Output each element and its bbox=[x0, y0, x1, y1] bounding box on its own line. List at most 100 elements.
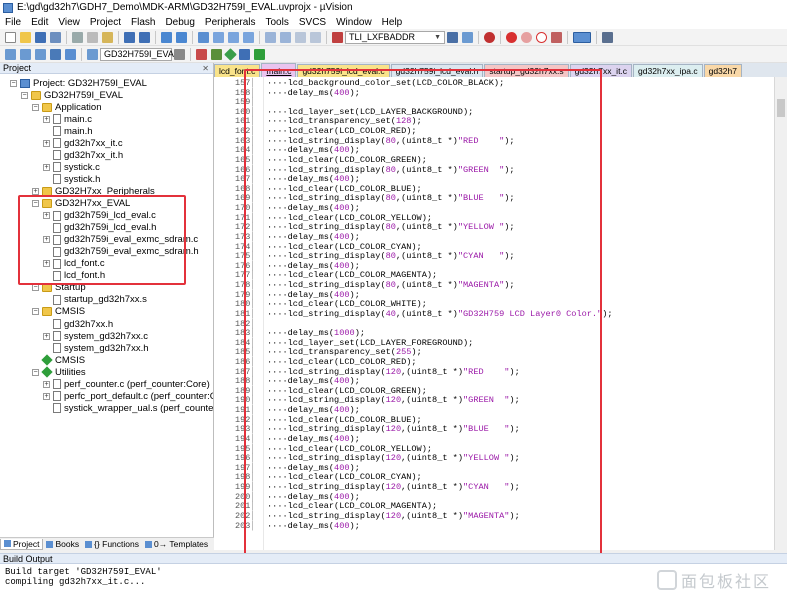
separator bbox=[66, 30, 67, 44]
stop-build-icon[interactable] bbox=[65, 48, 76, 60]
incremental-find-icon[interactable] bbox=[462, 31, 473, 43]
panel-tab-1[interactable]: Books bbox=[43, 539, 82, 549]
expand-icon[interactable]: + bbox=[43, 139, 50, 147]
editor-tab[interactable]: gd32h7xx_ipa.c bbox=[633, 64, 703, 77]
next-bookmark-icon[interactable] bbox=[228, 31, 239, 43]
find-combo[interactable]: TLI_LXFBADDR ▼ bbox=[345, 30, 445, 44]
navigate-back-icon[interactable] bbox=[161, 31, 172, 43]
expand-icon[interactable]: + bbox=[43, 115, 50, 123]
tree-node-label: systick.h bbox=[64, 173, 101, 185]
navigate-forward-icon[interactable] bbox=[176, 31, 187, 43]
panel-tab-2[interactable]: {} Functions bbox=[82, 539, 142, 549]
open-folder-icon[interactable] bbox=[20, 31, 31, 43]
copy-icon[interactable] bbox=[87, 31, 98, 43]
tree-node[interactable]: CMSIS bbox=[32, 354, 85, 366]
clear-bookmarks-icon[interactable] bbox=[243, 31, 254, 43]
bookmark-icon[interactable] bbox=[198, 31, 209, 43]
collapse-icon[interactable]: − bbox=[32, 284, 39, 292]
new-file-icon[interactable] bbox=[5, 31, 16, 43]
menu-item-view[interactable]: View bbox=[53, 17, 85, 28]
tree-node[interactable]: gd32h7xx_it.h bbox=[43, 149, 123, 161]
panel-tab-0[interactable]: Project bbox=[0, 538, 44, 550]
panel-tab-3[interactable]: 0→ Templates bbox=[142, 539, 211, 549]
debug-session-icon[interactable] bbox=[484, 31, 495, 43]
tree-node[interactable]: + systick.c bbox=[43, 161, 100, 173]
indent-icon[interactable] bbox=[265, 31, 276, 43]
select-software-packs-icon[interactable] bbox=[239, 48, 250, 60]
menu-item-edit[interactable]: Edit bbox=[26, 17, 53, 28]
undo-icon[interactable] bbox=[124, 31, 135, 43]
kill-breakpoints-icon[interactable] bbox=[551, 31, 562, 43]
menu-item-svcs[interactable]: SVCS bbox=[294, 17, 331, 28]
save-icon[interactable] bbox=[35, 31, 46, 43]
collapse-icon[interactable]: − bbox=[32, 308, 39, 316]
collapse-icon[interactable]: − bbox=[32, 103, 39, 111]
collapse-icon[interactable]: − bbox=[10, 79, 17, 87]
tree-node[interactable]: main.h bbox=[43, 125, 93, 137]
build-icon[interactable] bbox=[20, 48, 31, 60]
menu-item-file[interactable]: File bbox=[0, 17, 26, 28]
tree-node[interactable]: + system_gd32h7xx.c bbox=[43, 330, 148, 342]
clear-breakpoints-icon[interactable] bbox=[536, 31, 547, 43]
paste-icon[interactable] bbox=[102, 31, 113, 43]
editor-tab[interactable]: gd32h7 bbox=[703, 64, 742, 77]
window-layout-icon[interactable] bbox=[573, 31, 591, 43]
comment-icon[interactable] bbox=[295, 31, 306, 43]
download-icon[interactable] bbox=[87, 48, 98, 60]
tree-node[interactable]: systick_wrapper_ual.s (perf_counter:Core… bbox=[43, 402, 213, 414]
cut-icon[interactable] bbox=[72, 31, 83, 43]
expand-icon[interactable]: + bbox=[43, 163, 50, 171]
tree-node[interactable]: + perfc_port_default.c (perf_counter:Core… bbox=[43, 390, 213, 402]
pack-installer-icon[interactable] bbox=[224, 47, 237, 61]
tree-node[interactable]: + perf_counter.c (perf_counter:Core) bbox=[43, 378, 210, 390]
uncomment-icon[interactable] bbox=[310, 31, 321, 43]
expand-icon[interactable]: + bbox=[32, 187, 39, 195]
unindent-icon[interactable] bbox=[280, 31, 291, 43]
menu-item-help[interactable]: Help bbox=[377, 17, 408, 28]
disable-breakpoint-icon[interactable] bbox=[521, 31, 532, 43]
manage-run-time-environment-icon[interactable] bbox=[211, 48, 222, 60]
target-combo[interactable]: GD32H759I_EVAL▼ bbox=[100, 47, 186, 61]
collapse-icon[interactable]: − bbox=[21, 91, 28, 99]
save-all-icon[interactable] bbox=[50, 31, 61, 43]
tree-node[interactable]: startup_gd32h7xx.s bbox=[43, 294, 147, 306]
prev-bookmark-icon[interactable] bbox=[213, 31, 224, 43]
translate-icon[interactable] bbox=[5, 48, 16, 60]
vertical-scrollbar[interactable] bbox=[774, 77, 787, 550]
expand-icon[interactable]: + bbox=[43, 332, 50, 340]
tree-node[interactable]: − Utilities bbox=[32, 366, 86, 378]
tree-node[interactable]: gd32h7xx.h bbox=[43, 318, 113, 330]
tree-node[interactable]: − CMSIS bbox=[32, 306, 85, 318]
menu-item-project[interactable]: Project bbox=[85, 17, 126, 28]
component-icon[interactable] bbox=[254, 48, 265, 60]
redo-icon[interactable] bbox=[139, 31, 150, 43]
tree-node-label: system_gd32h7xx.h bbox=[64, 342, 149, 354]
tree-node[interactable]: system_gd32h7xx.h bbox=[43, 342, 149, 354]
batch-build-icon[interactable] bbox=[50, 48, 61, 60]
tree-node[interactable]: − GD32H759I_EVAL bbox=[21, 89, 123, 101]
find-icon[interactable] bbox=[447, 31, 458, 43]
manage-project-items-icon[interactable] bbox=[196, 48, 207, 60]
rebuild-icon[interactable] bbox=[35, 48, 46, 60]
expand-icon[interactable]: + bbox=[43, 392, 50, 400]
menu-item-debug[interactable]: Debug bbox=[160, 17, 199, 28]
target-options-icon[interactable] bbox=[174, 48, 185, 60]
tree-node[interactable]: systick.h bbox=[43, 173, 100, 185]
tree-node[interactable]: + main.c bbox=[43, 113, 92, 125]
target-icon bbox=[20, 78, 30, 88]
tree-node[interactable]: − Project: GD32H759I_EVAL bbox=[10, 77, 147, 89]
expand-icon[interactable]: + bbox=[43, 380, 50, 388]
menu-item-peripherals[interactable]: Peripherals bbox=[200, 17, 261, 28]
menu-item-tools[interactable]: Tools bbox=[261, 17, 294, 28]
find-in-files-icon[interactable] bbox=[332, 31, 343, 43]
tree-node[interactable]: + gd32h7xx_it.c bbox=[43, 137, 123, 149]
collapse-icon[interactable]: − bbox=[32, 368, 39, 376]
watermark-logo-icon bbox=[656, 570, 677, 590]
tree-node[interactable]: − Application bbox=[32, 101, 101, 113]
scrollbar-thumb[interactable] bbox=[777, 99, 785, 117]
configure-icon[interactable] bbox=[602, 31, 613, 43]
close-icon[interactable]: ✕ bbox=[202, 63, 209, 74]
breakpoint-icon[interactable] bbox=[506, 31, 517, 43]
menu-item-window[interactable]: Window bbox=[331, 17, 377, 28]
menu-item-flash[interactable]: Flash bbox=[126, 17, 160, 28]
